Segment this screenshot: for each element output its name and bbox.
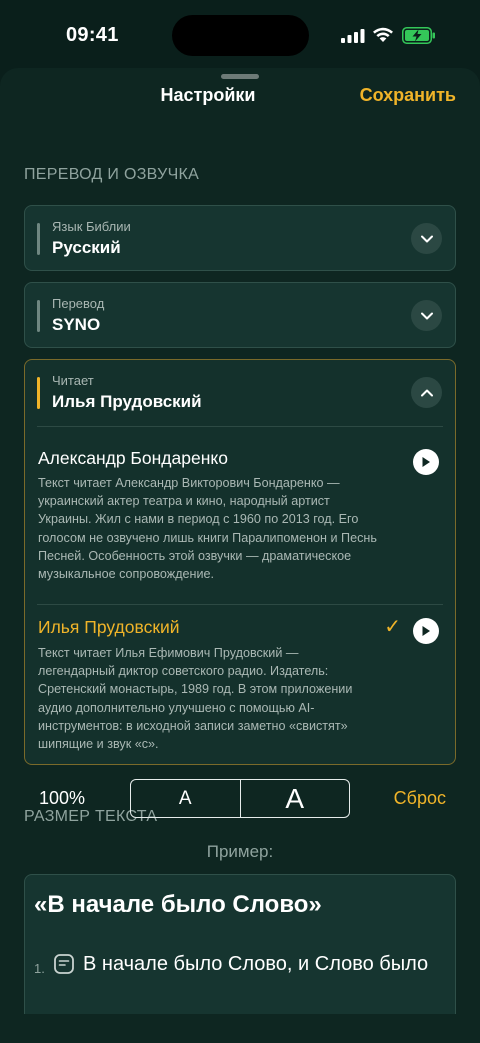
verse-number: 1. bbox=[34, 961, 45, 976]
play-icon bbox=[422, 457, 430, 467]
picker-indicator-bar bbox=[37, 223, 40, 255]
decrease-text-size-button[interactable]: A bbox=[131, 780, 241, 817]
translation-label: Перевод bbox=[52, 296, 105, 311]
text-size-percent: 100% bbox=[39, 788, 86, 808]
divider bbox=[37, 426, 443, 427]
status-bar: 09:41 bbox=[0, 0, 480, 70]
increase-text-size-button[interactable]: A bbox=[241, 780, 350, 817]
wifi-icon bbox=[373, 27, 393, 42]
reader-option-description: Текст читает Илья Ефимович Прудовский — … bbox=[38, 646, 353, 752]
page-title: Настройки bbox=[160, 85, 256, 105]
chevron-down-icon[interactable] bbox=[411, 300, 442, 331]
status-time: 09:41 bbox=[66, 24, 119, 46]
reader-option-description: Текст читает Александр Викторович Бондар… bbox=[38, 476, 377, 582]
sample-title: «В начале было Слово» bbox=[34, 891, 322, 918]
picker-indicator-bar bbox=[37, 300, 40, 332]
chevron-up-icon[interactable] bbox=[411, 377, 442, 408]
reset-text-size-button[interactable]: Сброс bbox=[394, 788, 446, 809]
example-label: Пример: bbox=[206, 842, 274, 861]
cellular-signal-icon bbox=[341, 29, 365, 43]
battery-charging-icon bbox=[402, 27, 435, 44]
translation-value: SYNO bbox=[52, 315, 101, 334]
note-icon bbox=[54, 954, 74, 974]
reader-label: Читает bbox=[52, 373, 94, 388]
chevron-down-icon[interactable] bbox=[411, 223, 442, 254]
play-preview-button[interactable] bbox=[413, 449, 439, 475]
reader-option-name: Илья Прудовский bbox=[38, 617, 180, 637]
sheet-grabber[interactable] bbox=[221, 74, 259, 79]
checkmark-icon: ✓ bbox=[384, 616, 401, 638]
picker-indicator-bar bbox=[37, 377, 40, 409]
play-preview-button[interactable] bbox=[413, 618, 439, 644]
play-icon bbox=[422, 626, 430, 636]
translation-picker[interactable]: Перевод SYNO bbox=[24, 282, 456, 348]
bible-language-label: Язык Библии bbox=[52, 219, 131, 234]
reader-picker[interactable]: Читает Илья Прудовский Александр Бондаре… bbox=[24, 359, 456, 765]
translation-section-title: ПЕРЕВОД И ОЗВУЧКА bbox=[24, 166, 200, 183]
sample-preview-card: «В начале было Слово» 1. В начале было С… bbox=[24, 874, 456, 1014]
bible-language-picker[interactable]: Язык Библии Русский bbox=[24, 205, 456, 271]
reader-value: Илья Прудовский bbox=[52, 392, 202, 411]
verse-text: В начале было Слово, и Слово было bbox=[83, 953, 429, 975]
divider bbox=[37, 604, 443, 605]
reader-option-name: Александр Бондаренко bbox=[38, 448, 228, 468]
bible-language-value: Русский bbox=[52, 238, 121, 257]
save-button[interactable]: Сохранить bbox=[360, 85, 456, 106]
text-size-segmented-control[interactable]: A A bbox=[130, 779, 350, 818]
dynamic-island bbox=[172, 15, 309, 56]
